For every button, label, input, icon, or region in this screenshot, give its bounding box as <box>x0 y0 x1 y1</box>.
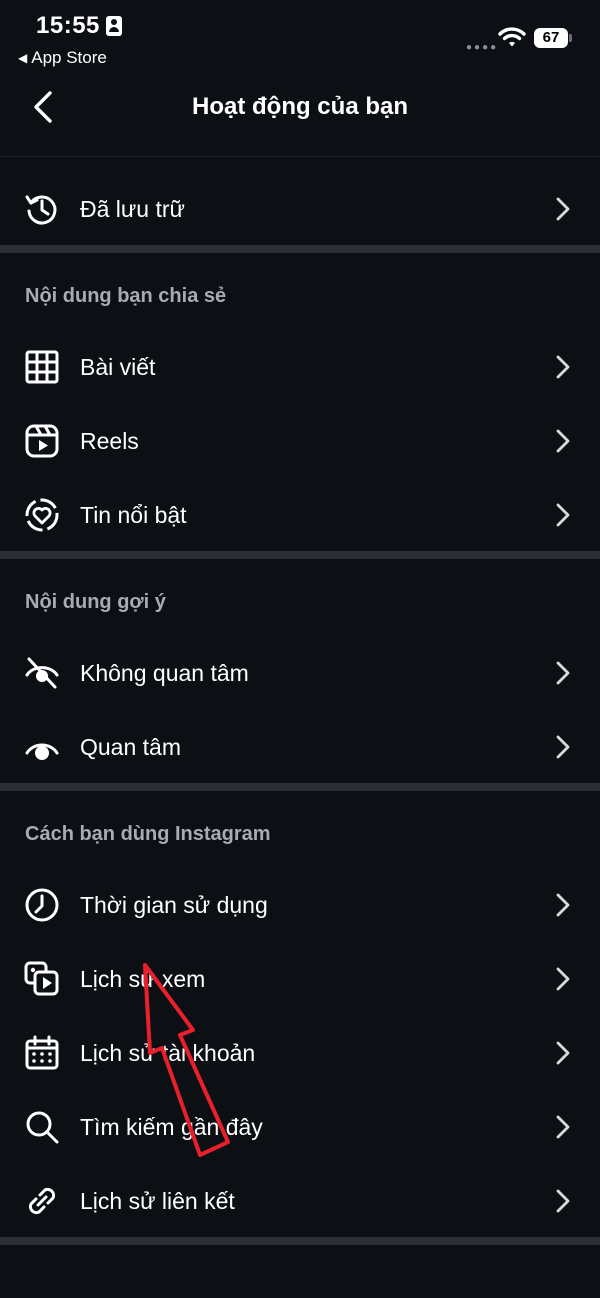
link-history-label: Lịch sử liên kết <box>80 1188 235 1214</box>
section-header-shared: Nội dung bạn chia sẻ <box>25 285 227 307</box>
highlights-row[interactable]: Tin nổi bật <box>0 478 600 552</box>
chevron-right-icon <box>556 1041 570 1065</box>
section-header-usage: Cách bạn dùng Instagram <box>25 823 271 845</box>
wifi-icon <box>498 27 526 47</box>
section-header-suggested: Nội dung gợi ý <box>25 591 166 613</box>
chevron-right-icon <box>556 893 570 917</box>
clock-icon <box>25 888 59 922</box>
battery-indicator: 67 <box>534 28 568 48</box>
battery-tip <box>569 34 572 42</box>
archived-row[interactable]: Đã lưu trữ <box>0 172 600 246</box>
interested-row[interactable]: Quan tâm <box>0 710 600 784</box>
chevron-right-icon <box>556 1115 570 1139</box>
back-app-label: App Store <box>31 48 107 67</box>
interested-label: Quan tâm <box>80 734 181 760</box>
back-to-app-link[interactable]: ◀ App Store <box>18 48 107 68</box>
link-icon <box>28 1187 56 1215</box>
chevron-right-icon <box>556 1189 570 1213</box>
archive-history-icon <box>25 195 57 225</box>
chevron-right-icon <box>556 429 570 453</box>
archived-label: Đã lưu trữ <box>80 196 185 222</box>
navigation-bar: Hoạt động của bạn <box>0 80 600 157</box>
chevron-right-icon <box>556 661 570 685</box>
reels-label: Reels <box>80 428 139 454</box>
eye-icon <box>25 743 59 760</box>
link-history-row[interactable]: Lịch sử liên kết <box>0 1164 600 1238</box>
not-interested-label: Không quan tâm <box>80 660 249 686</box>
watch-history-icon <box>24 961 59 996</box>
signal-dots-icon: ●●●● <box>466 42 499 53</box>
eye-off-icon <box>25 657 59 689</box>
recent-searches-row[interactable]: Tìm kiếm gần đây <box>0 1090 600 1164</box>
contact-card-icon <box>106 16 122 36</box>
status-bar: 15:55 ◀ App Store ●●●● 67 <box>0 0 600 80</box>
section-divider <box>0 783 600 791</box>
search-icon <box>26 1111 59 1144</box>
watch-history-row[interactable]: Lịch sử xem <box>0 942 600 1016</box>
chevron-right-icon <box>556 197 570 221</box>
section-divider <box>0 1237 600 1245</box>
reels-row[interactable]: Reels <box>0 404 600 478</box>
section-divider <box>0 245 600 253</box>
highlights-icon <box>25 498 59 532</box>
time-spent-label: Thời gian sử dụng <box>80 892 268 918</box>
posts-row[interactable]: Bài viết <box>0 330 600 404</box>
calendar-icon <box>25 1035 59 1070</box>
annotation-arrow-icon <box>143 963 230 1157</box>
account-history-row[interactable]: Lịch sử tài khoản <box>0 1016 600 1090</box>
page-title: Hoạt động của bạn <box>192 93 408 120</box>
grid-icon <box>25 350 59 384</box>
section-divider <box>0 551 600 559</box>
not-interested-row[interactable]: Không quan tâm <box>0 636 600 710</box>
time-spent-row[interactable]: Thời gian sử dụng <box>0 868 600 942</box>
chevron-right-icon <box>556 967 570 991</box>
back-triangle-icon: ◀ <box>18 51 28 65</box>
highlights-label: Tin nổi bật <box>80 502 187 528</box>
chevron-right-icon <box>556 735 570 759</box>
chevron-right-icon <box>556 503 570 527</box>
status-time: 15:55 <box>36 12 100 39</box>
chevron-right-icon <box>556 355 570 379</box>
posts-label: Bài viết <box>80 354 156 380</box>
reels-icon <box>25 424 59 458</box>
